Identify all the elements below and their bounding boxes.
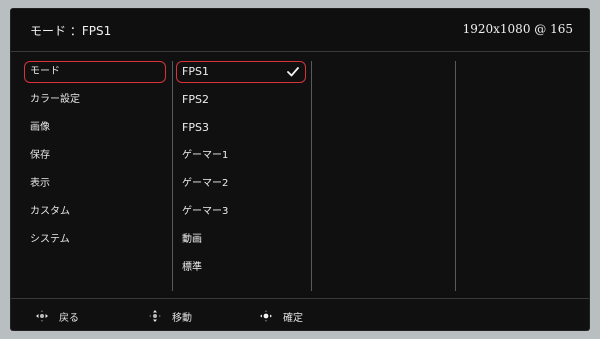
main-menu: モード カラー設定 画像 保存 表示 カスタム システム [24, 61, 166, 257]
menu-item-image[interactable]: 画像 [24, 117, 166, 139]
menu-item-label: 保存 [30, 150, 50, 161]
menu-item-label: モード [30, 66, 60, 77]
menu-item-label: 画像 [30, 122, 50, 133]
menu-item-display[interactable]: 表示 [24, 173, 166, 195]
confirm-hint[interactable]: 確定 [259, 309, 303, 324]
menu-item-label: カラー設定 [30, 94, 80, 105]
option-label: FPS3 [182, 121, 209, 134]
menu-item-system[interactable]: システム [24, 229, 166, 251]
menu-item-label: カスタム [30, 206, 70, 217]
option-label: ゲーマー2 [182, 178, 229, 189]
menu-item-label: 表示 [30, 178, 50, 189]
option-movie[interactable]: 動画 [176, 229, 306, 251]
move-hint[interactable]: 移動 [148, 309, 192, 324]
dpad-center-icon [260, 310, 272, 322]
osd-header: モード ：FPS1 1920x1080 @ 165 [11, 9, 589, 52]
column-divider [455, 61, 456, 291]
column-divider [311, 61, 312, 291]
option-fps2[interactable]: FPS2 [176, 89, 306, 111]
option-gamer2[interactable]: ゲーマー2 [176, 173, 306, 195]
back-hint[interactable]: 戻る [35, 309, 79, 324]
option-standard[interactable]: 標準 [176, 257, 306, 279]
option-gamer3[interactable]: ゲーマー3 [176, 201, 306, 223]
menu-item-save[interactable]: 保存 [24, 145, 166, 167]
option-gamer1[interactable]: ゲーマー1 [176, 145, 306, 167]
option-label: 標準 [182, 262, 202, 273]
option-label: FPS1 [182, 65, 209, 78]
confirm-label: 確定 [283, 312, 303, 324]
osd-footer: 戻る 移動 確定 [11, 298, 589, 330]
option-fps1[interactable]: FPS1 [176, 61, 306, 83]
check-icon [287, 67, 299, 77]
resolution-readout: 1920x1080 @ 165 [462, 22, 573, 36]
menu-item-label: システム [30, 234, 70, 245]
menu-item-mode[interactable]: モード [24, 61, 166, 83]
menu-item-color-settings[interactable]: カラー設定 [24, 89, 166, 111]
option-label: 動画 [182, 234, 202, 245]
move-label: 移動 [172, 312, 192, 324]
mode-options-list: FPS1 FPS2 FPS3 ゲーマー1 ゲーマー2 ゲーマー3 動画 標準 [176, 61, 306, 285]
option-label: FPS2 [182, 93, 209, 106]
option-fps3[interactable]: FPS3 [176, 117, 306, 139]
back-label: 戻る [59, 312, 79, 324]
column-divider [172, 61, 173, 291]
option-label: ゲーマー3 [182, 206, 229, 217]
menu-item-custom[interactable]: カスタム [24, 201, 166, 223]
dpad-left-right-icon [36, 310, 48, 322]
option-label: ゲーマー1 [182, 150, 229, 161]
osd-window: モード ：FPS1 1920x1080 @ 165 モード カラー設定 画像 保… [11, 9, 589, 330]
page-title: モード ：FPS1 [30, 24, 112, 38]
dpad-up-down-icon [149, 310, 161, 322]
